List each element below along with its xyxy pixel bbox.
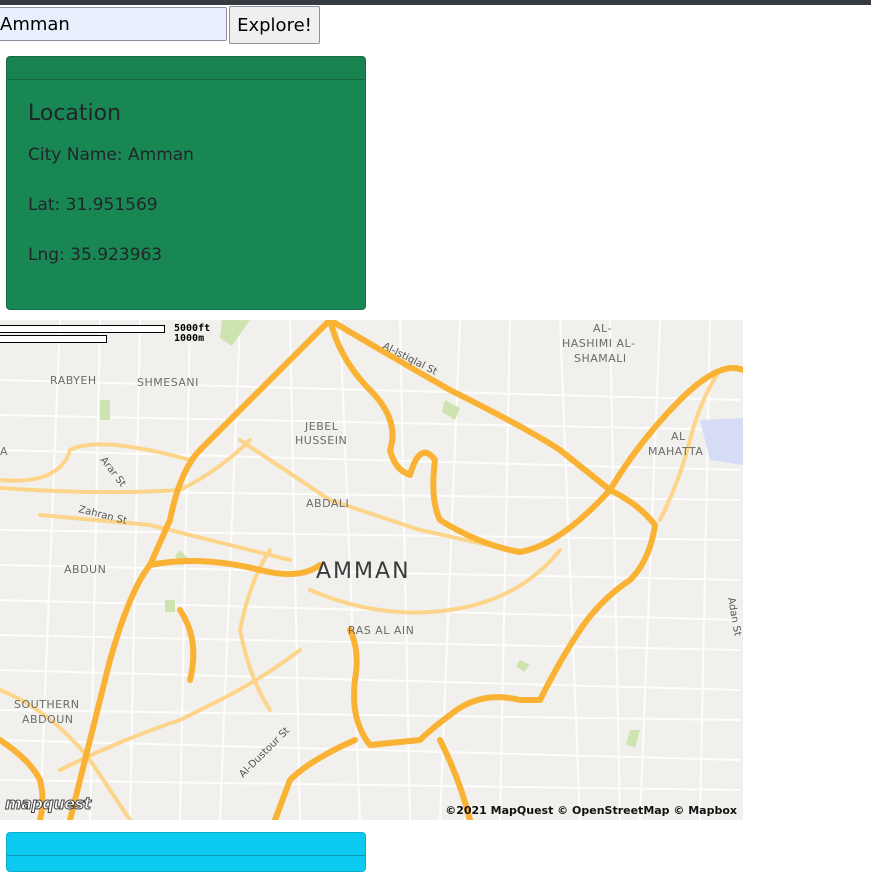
scale-meters-label: 1000m (174, 333, 205, 344)
district-label-ras-al-ain: RAS AL AIN (348, 624, 414, 637)
district-label-southern-1: SOUTHERN (14, 698, 80, 711)
district-label-shmesani: SHMESANI (137, 376, 199, 389)
mapquest-logo: mapquest (5, 794, 92, 814)
street-label-dustour: Al-Dustour St (237, 725, 292, 780)
district-label-jebel-1: JEBEL (304, 420, 339, 433)
city-name-text: City Name: Amman (28, 145, 194, 165)
location-card-header (7, 57, 365, 80)
map-image: RABYEH SHMESANI JEBEL HUSSEIN ABDALI ABD… (0, 320, 743, 820)
scale-bar-meters (0, 335, 107, 343)
street-label-zahran: Zahran St (77, 504, 128, 527)
district-label-abdali: ABDALI (306, 497, 349, 510)
street-label-istiqlal: Al-Istiqlal St (381, 341, 439, 378)
top-navbar (0, 0, 871, 5)
street-label-arar: Arar St (98, 455, 128, 489)
location-card: Location City Name: Amman Lat: 31.951569… (6, 56, 366, 310)
longitude-text: Lng: 35.923963 (28, 245, 163, 265)
next-card (6, 832, 366, 872)
district-label-mahatta-1: AL (671, 430, 686, 443)
scale-bar-feet (0, 325, 165, 333)
district-label-edge: A (0, 445, 8, 458)
latitude-text: Lat: 31.951569 (28, 195, 158, 215)
street-label-adan: Adan St (725, 597, 743, 637)
district-label-southern-2: ABDOUN (22, 713, 73, 726)
static-map: RABYEH SHMESANI JEBEL HUSSEIN ABDALI ABD… (0, 320, 743, 820)
map-attribution: ©2021 MapQuest © OpenStreetMap © Mapbox (445, 804, 737, 817)
district-label-rabyeh: RABYEH (50, 374, 97, 387)
district-label-hashimi-1: AL- (593, 322, 612, 335)
city-label-amman: AMMAN (316, 559, 411, 584)
city-search-input[interactable] (0, 7, 227, 41)
explore-button[interactable]: Explore! (229, 6, 320, 44)
district-label-hashimi-2: HASHIMI AL- (562, 337, 635, 350)
district-label-abdun: ABDUN (64, 563, 106, 576)
next-card-header (7, 833, 365, 856)
district-label-hashimi-3: SHAMALI (574, 352, 627, 365)
district-label-jebel-2: HUSSEIN (295, 434, 347, 447)
location-card-title: Location (28, 101, 122, 126)
district-label-mahatta-2: MAHATTA (648, 445, 703, 458)
